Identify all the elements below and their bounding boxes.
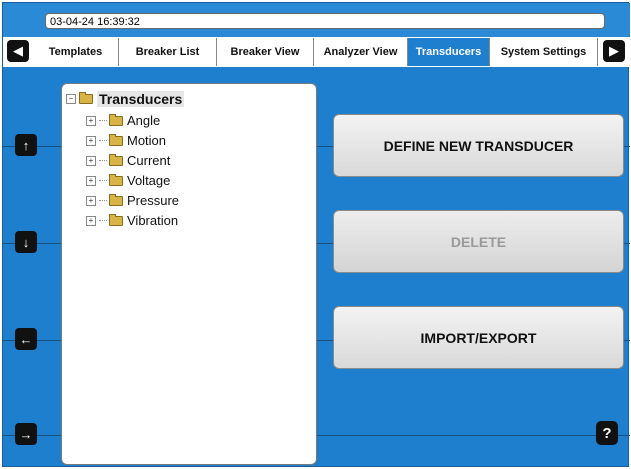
tree-item-current[interactable]: + Current xyxy=(86,153,170,168)
tree-item-label: Current xyxy=(127,153,171,168)
tree-item-pressure[interactable]: + Pressure xyxy=(86,193,179,208)
folder-icon xyxy=(109,153,123,166)
tree-item-label: Motion xyxy=(127,133,167,148)
tree-item-label: Vibration xyxy=(127,213,179,228)
tree-root-node[interactable]: − Transducers xyxy=(66,91,185,107)
expand-icon[interactable]: + xyxy=(86,195,96,206)
folder-icon xyxy=(109,213,123,226)
tree-item-motion[interactable]: + Motion xyxy=(86,133,166,148)
tab-breaker-view[interactable]: Breaker View xyxy=(217,38,314,66)
app-frame: 03-04-24 16:39:32 ◀ Templates Breaker Li… xyxy=(2,2,630,467)
folder-icon xyxy=(109,173,123,186)
tree-item-label: Angle xyxy=(127,113,161,128)
tab-analyzer-view[interactable]: Analyzer View xyxy=(314,38,408,66)
tree-root-label: Transducers xyxy=(97,91,185,107)
tab-scroll-right-button[interactable]: ▶ xyxy=(603,40,625,62)
tree-connector xyxy=(99,179,107,182)
tree-connector xyxy=(99,159,107,162)
tree-item-voltage[interactable]: + Voltage xyxy=(86,173,170,188)
tab-bar: ◀ Templates Breaker List Breaker View An… xyxy=(3,37,630,67)
tab-breaker-list[interactable]: Breaker List xyxy=(119,38,217,66)
arrow-up-icon: ↑ xyxy=(22,137,30,153)
collapse-icon[interactable]: − xyxy=(66,94,76,104)
folder-icon xyxy=(79,92,93,104)
import-export-button[interactable]: IMPORT/EXPORT xyxy=(333,306,624,369)
triangle-right-icon: ▶ xyxy=(609,43,619,58)
forward-button[interactable]: → xyxy=(15,423,37,445)
tree-item-label: Pressure xyxy=(127,193,180,208)
datetime-display: 03-04-24 16:39:32 xyxy=(45,13,605,29)
title-bar: 03-04-24 16:39:32 xyxy=(3,3,630,37)
tab-scroll-left-button[interactable]: ◀ xyxy=(7,40,29,62)
back-button[interactable]: ← xyxy=(15,328,37,350)
arrow-right-icon: → xyxy=(19,426,33,442)
expand-icon[interactable]: + xyxy=(86,155,96,166)
triangle-left-icon: ◀ xyxy=(13,43,23,58)
tab-system-settings[interactable]: System Settings xyxy=(490,38,598,66)
folder-icon xyxy=(109,133,123,146)
tree-item-vibration[interactable]: + Vibration xyxy=(86,213,178,228)
arrow-left-icon: ← xyxy=(19,331,33,347)
scroll-down-button[interactable]: ↓ xyxy=(15,231,37,253)
scroll-up-button[interactable]: ↑ xyxy=(15,134,37,156)
folder-icon xyxy=(109,193,123,206)
expand-icon[interactable]: + xyxy=(86,215,96,226)
tab-templates[interactable]: Templates xyxy=(33,38,119,66)
tree-connector xyxy=(99,199,107,202)
tree-connector xyxy=(99,119,107,122)
folder-icon xyxy=(109,113,123,126)
tab-transducers[interactable]: Transducers xyxy=(408,38,490,66)
tree-connector xyxy=(99,139,107,142)
tree-item-label: Voltage xyxy=(127,173,171,188)
expand-icon[interactable]: + xyxy=(86,115,96,126)
transducer-tree[interactable]: − Transducers + Angle + Motion + Current… xyxy=(61,83,317,465)
define-new-transducer-button[interactable]: DEFINE NEW TRANSDUCER xyxy=(333,114,624,177)
tree-connector xyxy=(99,219,107,222)
tree-item-angle[interactable]: + Angle xyxy=(86,113,160,128)
expand-icon[interactable]: + xyxy=(86,135,96,146)
arrow-down-icon: ↓ xyxy=(22,234,30,250)
help-button[interactable]: ? xyxy=(596,421,618,445)
delete-button[interactable]: DELETE xyxy=(333,210,624,273)
expand-icon[interactable]: + xyxy=(86,175,96,186)
help-icon: ? xyxy=(602,424,612,442)
